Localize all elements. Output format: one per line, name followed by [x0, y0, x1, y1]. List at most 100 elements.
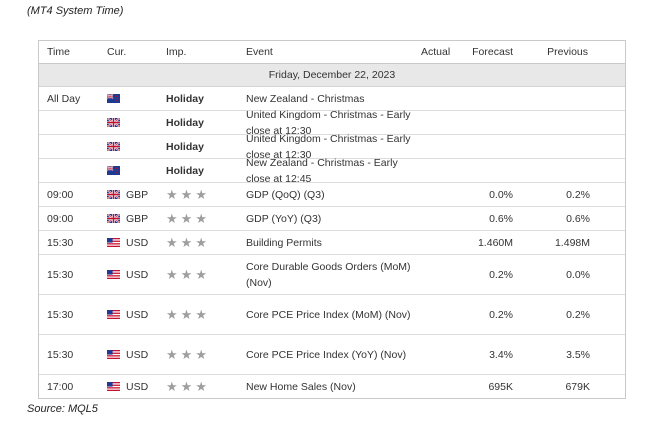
row-currency	[107, 135, 126, 158]
day-separator: Friday, December 22, 2023	[39, 64, 625, 87]
row-forecast: 0.2%	[489, 268, 513, 281]
row-time: All Day	[47, 92, 81, 105]
star-icon: ★	[166, 211, 178, 226]
row-forecast: 0.0%	[489, 188, 513, 201]
star-icon: ★	[195, 347, 207, 362]
source-caption: Source: MQL5	[27, 403, 98, 415]
star-icon: ★	[195, 307, 207, 322]
header-currency: Cur.	[107, 46, 127, 58]
row-currency: USD	[107, 375, 148, 398]
star-icon: ★	[195, 379, 207, 394]
row-forecast: 695K	[488, 380, 513, 393]
star-icon: ★	[180, 187, 193, 202]
row-currency: USD	[107, 295, 148, 334]
star-icon: ★	[195, 211, 207, 226]
row-previous: 0.6%	[566, 212, 590, 225]
row-event[interactable]: New Home Sales (Nov)	[246, 375, 421, 398]
row-previous: 0.0%	[566, 268, 590, 281]
star-icon: ★	[180, 235, 193, 250]
table-row[interactable]: 15:30 USD ★ ★ ★ Building Permits 1.460M 1.498M	[39, 231, 625, 255]
currency-code: USD	[126, 308, 149, 321]
nz-flag-icon	[107, 166, 126, 175]
table-row[interactable]: 15:30 USD ★ ★ ★ Core PCE Price Index (MoM) (N…	[39, 295, 625, 335]
importance-label: Holiday	[166, 92, 204, 105]
importance-stars: ★ ★ ★	[166, 380, 207, 393]
row-importance: ★ ★ ★	[166, 231, 207, 254]
table-row[interactable]: 15:30 USD ★ ★ ★ Core Durable Goods Orders (Mo…	[39, 255, 625, 295]
row-forecast: 3.4%	[489, 348, 513, 361]
row-event[interactable]: New Zealand - Christmas - Early close at…	[246, 157, 421, 185]
star-icon: ★	[195, 187, 207, 202]
star-icon: ★	[180, 347, 193, 362]
day-label: Friday, December 22, 2023	[268, 69, 396, 81]
row-event[interactable]: Core Durable Goods Orders (MoM) (Nov)	[246, 255, 421, 294]
currency-code: USD	[126, 348, 149, 361]
importance-stars: ★ ★ ★	[166, 212, 207, 225]
row-time: 09:00	[47, 212, 74, 225]
uk-flag-icon	[107, 190, 126, 199]
importance-stars: ★ ★ ★	[166, 268, 207, 281]
table-row[interactable]: Holiday New Zealand - Christmas - Early c…	[39, 157, 625, 185]
row-time: 17:00	[47, 380, 74, 393]
star-icon: ★	[166, 267, 178, 282]
star-icon: ★	[180, 267, 193, 282]
importance-label: Holiday	[166, 116, 204, 129]
table-row[interactable]: 17:00 USD ★ ★ ★ New Home Sales (Nov) 695K 679K	[39, 375, 625, 398]
nz-flag-icon	[107, 94, 126, 103]
us-flag-icon	[107, 238, 126, 247]
us-flag-icon	[107, 350, 126, 359]
row-event[interactable]: Building Permits	[246, 231, 421, 254]
row-importance: Holiday	[166, 87, 204, 110]
row-event[interactable]: GDP (YoY) (Q3)	[246, 207, 421, 230]
star-icon: ★	[166, 187, 178, 202]
star-icon: ★	[166, 379, 178, 394]
row-importance: ★ ★ ★	[166, 295, 207, 334]
table-header: Time Cur. Imp. Event Actual Forecast Pre…	[39, 41, 625, 64]
row-event[interactable]: GDP (QoQ) (Q3)	[246, 183, 421, 206]
table-row[interactable]: 15:30 USD ★ ★ ★ Core PCE Price Index (YoY) (N…	[39, 335, 625, 375]
row-importance: ★ ★ ★	[166, 255, 207, 294]
row-event[interactable]: Core PCE Price Index (MoM) (Nov)	[246, 295, 421, 334]
uk-flag-icon	[107, 118, 126, 127]
header-previous: Previous	[547, 46, 588, 58]
star-icon: ★	[166, 307, 178, 322]
importance-stars: ★ ★ ★	[166, 188, 207, 201]
importance-stars: ★ ★ ★	[166, 308, 207, 321]
row-currency: USD	[107, 335, 148, 374]
header-actual: Actual	[421, 46, 451, 58]
row-currency	[107, 159, 126, 182]
row-forecast: 0.2%	[489, 308, 513, 321]
currency-code: USD	[126, 236, 149, 249]
row-event[interactable]: Core PCE Price Index (YoY) (Nov)	[246, 335, 421, 374]
us-flag-icon	[107, 270, 126, 279]
row-forecast: 1.460M	[477, 236, 513, 249]
header-event: Event	[246, 46, 273, 58]
row-time: 15:30	[47, 308, 74, 321]
row-importance: ★ ★ ★	[166, 375, 207, 398]
importance-label: Holiday	[166, 164, 204, 177]
currency-code: USD	[126, 380, 149, 393]
us-flag-icon	[107, 382, 126, 391]
row-importance: ★ ★ ★	[166, 335, 207, 374]
table-row[interactable]: 09:00 GBP ★ ★ ★ GDP (QoQ) (Q3) 0.0% 0.2%	[39, 183, 625, 207]
system-time-caption: (MT4 System Time)	[27, 5, 124, 17]
star-icon: ★	[166, 235, 178, 250]
row-importance: Holiday	[166, 135, 204, 158]
row-currency: USD	[107, 255, 148, 294]
currency-code: USD	[126, 268, 149, 281]
importance-stars: ★ ★ ★	[166, 236, 207, 249]
row-importance: Holiday	[166, 159, 204, 182]
row-previous: 679K	[565, 380, 590, 393]
row-importance: ★ ★ ★	[166, 207, 207, 230]
row-currency	[107, 87, 126, 110]
us-flag-icon	[107, 310, 126, 319]
table-row[interactable]: 09:00 GBP ★ ★ ★ GDP (YoY) (Q3) 0.6% 0.6%	[39, 207, 625, 231]
importance-stars: ★ ★ ★	[166, 348, 207, 361]
currency-code: GBP	[126, 212, 149, 225]
star-icon: ★	[195, 267, 207, 282]
table-body: All Day Holiday New Zealand - Christmas Hol…	[39, 87, 625, 398]
star-icon: ★	[180, 379, 193, 394]
uk-flag-icon	[107, 214, 126, 223]
row-currency: GBP	[107, 183, 148, 206]
row-currency: USD	[107, 231, 148, 254]
